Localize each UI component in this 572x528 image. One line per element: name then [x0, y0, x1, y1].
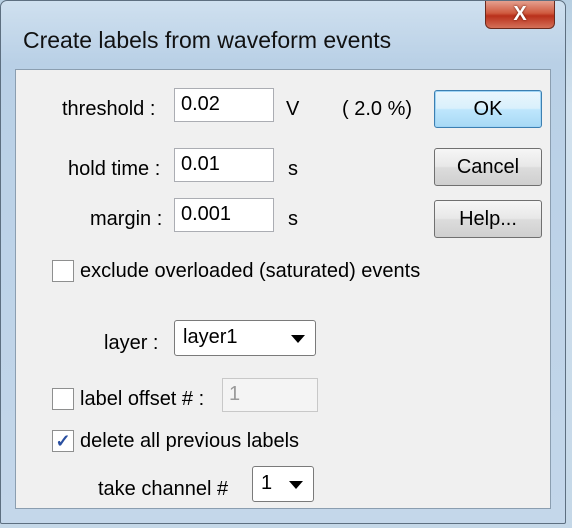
- checkmark-icon: ✓: [55, 430, 71, 451]
- chevron-down-icon: [291, 335, 305, 343]
- take-channel-label: take channel #: [98, 478, 229, 500]
- close-icon: X: [513, 3, 527, 25]
- exclude-overloaded-checkbox[interactable]: [52, 260, 74, 282]
- threshold-unit: V: [286, 98, 300, 120]
- threshold-label: threshold :: [62, 98, 156, 120]
- hold-time-unit: s: [288, 158, 298, 180]
- dialog-title: Create labels from waveform events: [23, 27, 392, 53]
- exclude-overloaded-label: exclude overloaded (saturated) events: [80, 260, 421, 282]
- dialog-client-area: threshold : 0.02 V ( 2.0 %) OK hold time…: [15, 69, 551, 509]
- hold-time-label: hold time :: [68, 158, 161, 180]
- dialog-window: Create labels from waveform events X thr…: [0, 0, 566, 524]
- threshold-percent: ( 2.0 %): [342, 98, 413, 120]
- label-offset-checkbox[interactable]: [52, 388, 74, 410]
- hold-time-input[interactable]: 0.01: [174, 148, 274, 182]
- label-offset-input[interactable]: 1: [222, 378, 318, 412]
- close-button[interactable]: X: [485, 1, 555, 29]
- margin-input[interactable]: 0.001: [174, 198, 274, 232]
- delete-previous-label: delete all previous labels: [80, 430, 300, 452]
- take-channel-select[interactable]: 1: [252, 466, 314, 502]
- layer-select-value: layer1: [183, 326, 238, 348]
- layer-label: layer :: [104, 332, 159, 354]
- margin-unit: s: [288, 208, 298, 230]
- take-channel-select-value: 1: [261, 472, 273, 494]
- help-button[interactable]: Help...: [434, 200, 542, 238]
- chevron-down-icon: [289, 481, 303, 489]
- ok-button[interactable]: OK: [434, 90, 542, 128]
- cancel-button[interactable]: Cancel: [434, 148, 542, 186]
- label-offset-label: label offset # :: [80, 388, 205, 410]
- threshold-input[interactable]: 0.02: [174, 88, 274, 122]
- delete-previous-checkbox[interactable]: ✓: [52, 430, 74, 452]
- layer-select[interactable]: layer1: [174, 320, 316, 356]
- title-bar[interactable]: Create labels from waveform events X: [1, 1, 565, 73]
- margin-label: margin :: [90, 208, 163, 230]
